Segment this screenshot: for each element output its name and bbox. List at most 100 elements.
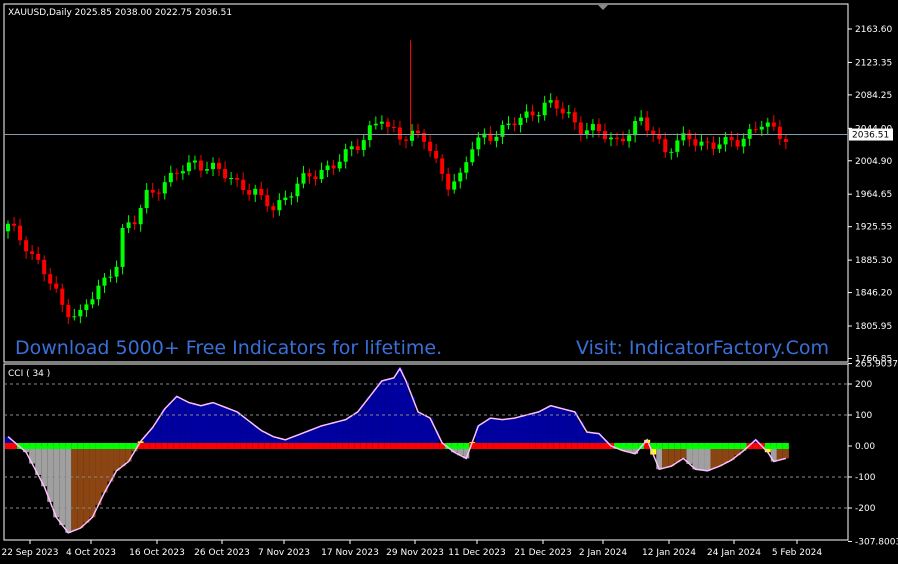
candle-body <box>464 162 469 173</box>
cci-bar <box>481 421 488 446</box>
cci-zero-marker <box>535 443 542 449</box>
candle-body <box>174 172 179 174</box>
cci-bar <box>197 405 204 446</box>
candle-body <box>313 176 318 180</box>
cci-zero-marker <box>191 443 198 449</box>
cci-zero-marker <box>372 443 379 449</box>
cci-zero-marker <box>710 443 717 449</box>
candle-body <box>560 108 565 114</box>
candle-body <box>6 223 10 232</box>
candle-body <box>446 173 451 190</box>
cci-bar <box>324 424 331 446</box>
cci-zero-marker <box>324 443 331 449</box>
date-axis-label: 7 Nov 2023 <box>258 548 310 558</box>
date-axis-label: 5 Feb 2024 <box>772 548 823 558</box>
cci-zero-marker <box>493 443 500 449</box>
candle-body <box>12 223 17 226</box>
cci-zero-marker <box>306 443 313 449</box>
cci-zero-marker <box>228 443 235 449</box>
cci-zero-marker <box>674 443 681 449</box>
cci-zero-marker <box>656 443 663 449</box>
cci-zero-marker <box>571 443 578 449</box>
candle-body <box>675 140 680 152</box>
cci-zero-marker <box>583 443 590 449</box>
cci-zero-marker <box>523 443 530 449</box>
candle-body <box>126 222 131 229</box>
candle-body <box>217 162 222 169</box>
cci-zero-marker <box>457 443 464 449</box>
cci-zero-marker <box>276 443 283 449</box>
cci-bar <box>493 418 500 446</box>
cci-bar <box>53 446 60 518</box>
cci-axis-label: 0.00 <box>855 442 875 452</box>
cci-zero-marker <box>167 443 174 449</box>
cci-zero-marker <box>216 443 223 449</box>
cci-bar <box>330 422 337 446</box>
cci-zero-marker <box>378 443 385 449</box>
date-axis-label: 24 Jan 2024 <box>707 548 761 558</box>
candle-body <box>711 142 716 149</box>
cci-bar <box>499 419 506 446</box>
candle-body <box>319 170 324 180</box>
cci-zero-marker <box>366 443 373 449</box>
cci-zero-marker <box>752 443 759 449</box>
cci-bar <box>390 377 397 446</box>
cci-zero-marker <box>143 443 150 449</box>
cci-zero-marker <box>541 443 548 449</box>
cci-bar <box>210 402 217 446</box>
candle-body <box>747 129 752 139</box>
candle-body <box>717 144 722 149</box>
cci-zero-marker <box>95 443 102 449</box>
cci-zero-marker <box>294 443 301 449</box>
cci-zero-marker <box>89 443 96 449</box>
cci-bar <box>716 446 723 467</box>
trading-chart[interactable]: 2163.602123.352084.252044.002004.901964.… <box>0 0 898 564</box>
cci-zero-marker <box>716 443 723 449</box>
cci-bar <box>113 446 120 471</box>
cci-zero-marker <box>119 443 126 449</box>
cci-zero-marker <box>517 443 524 449</box>
candle-body <box>391 126 396 128</box>
cci-zero-marker <box>173 443 180 449</box>
candle-body <box>337 161 342 169</box>
cci-zero-marker <box>390 443 397 449</box>
candle-body <box>506 123 511 126</box>
candle-body <box>494 136 499 141</box>
cci-zero-marker <box>487 443 494 449</box>
candle-body <box>777 126 782 140</box>
cci-zero-marker <box>197 443 204 449</box>
cci-zero-marker <box>463 443 470 449</box>
cci-zero-marker <box>662 443 669 449</box>
cci-zero-marker <box>53 443 60 449</box>
price-axis-label: 2163.60 <box>855 25 892 35</box>
candle-body <box>759 126 764 130</box>
cci-zero-marker <box>29 443 36 449</box>
cci-zero-marker <box>782 443 789 449</box>
cci-bar <box>662 446 669 468</box>
cci-zero-marker <box>577 443 584 449</box>
candle-body <box>669 151 674 153</box>
date-axis-label: 11 Dec 2023 <box>448 548 506 558</box>
cci-bar <box>475 425 482 446</box>
candle-body <box>596 124 601 131</box>
candle-body <box>18 225 23 241</box>
cci-bar <box>179 399 186 446</box>
cci-bar <box>107 446 114 482</box>
cci-bar <box>41 446 48 487</box>
candle-body <box>156 192 161 194</box>
date-axis-label: 21 Dec 2023 <box>514 548 572 558</box>
candle-body <box>247 190 252 195</box>
candle-body <box>765 122 770 127</box>
cci-bar <box>517 416 524 446</box>
candle-body <box>168 172 173 183</box>
candle-body <box>434 150 439 159</box>
cci-zero-marker <box>336 443 343 449</box>
cci-zero-marker <box>318 443 325 449</box>
cci-zero-marker <box>686 443 693 449</box>
candle-body <box>609 137 613 140</box>
candle-body <box>295 183 300 197</box>
cci-bar <box>342 419 349 446</box>
candle-body <box>84 304 89 310</box>
cci-bar <box>234 411 241 446</box>
candle-body <box>735 140 740 147</box>
